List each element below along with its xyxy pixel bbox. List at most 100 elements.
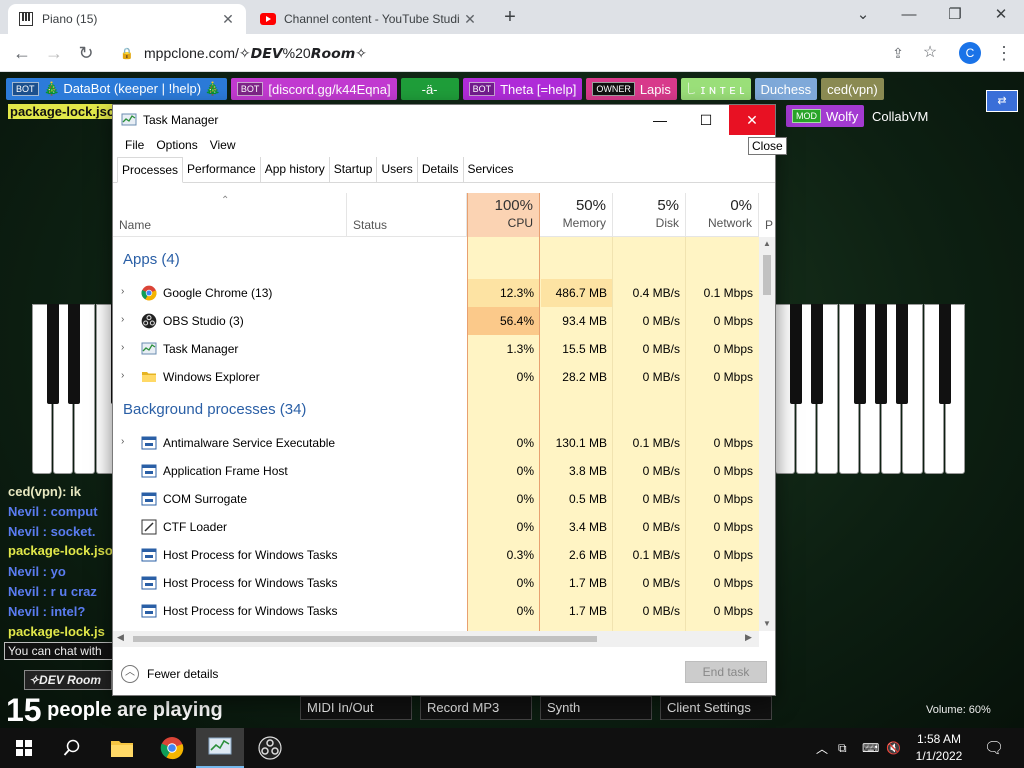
scroll-down-icon[interactable]: ▼ [763, 619, 771, 628]
piano-black-key[interactable] [68, 304, 81, 404]
process-row[interactable]: › Task Manager 1.3% 15.5 MB 0 MB/s 0 Mbps [113, 335, 759, 363]
bookmark-star-icon[interactable]: ☆ [918, 41, 942, 65]
tab-piano[interactable]: Piano (15) ✕ [8, 4, 246, 34]
tab-processes[interactable]: Processes [117, 157, 184, 183]
column-memory[interactable]: 50% Memory [540, 193, 613, 237]
tab-users[interactable]: Users [377, 157, 418, 182]
process-row[interactable]: Host Process for Windows Tasks 0% 1.7 MB 0 … [113, 569, 759, 597]
process-row[interactable]: › Antimalware Service Executable 0% 130.1 M… [113, 429, 759, 457]
column-name[interactable]: Name [113, 193, 347, 237]
tab-app-history[interactable]: App history [261, 157, 330, 182]
tm-minimize-button[interactable]: — [637, 105, 683, 135]
reload-icon[interactable]: ↻ [74, 41, 98, 65]
expand-chevron-icon[interactable]: › [121, 370, 129, 381]
chat-input[interactable]: You can chat with [4, 642, 118, 660]
piano-black-key[interactable] [811, 304, 824, 404]
process-row[interactable]: Host Process for Windows Tasks 0.3% 2.6 MB… [113, 541, 759, 569]
menu-view[interactable]: View [204, 135, 242, 157]
user-badge[interactable]: MOD Wolfy [786, 105, 865, 127]
scroll-left-icon[interactable]: ◀ [117, 632, 124, 643]
column-power[interactable]: P [765, 218, 773, 232]
tab-startup[interactable]: Startup [330, 157, 378, 182]
piano-black-key[interactable] [875, 304, 888, 404]
tab-performance[interactable]: Performance [183, 157, 261, 182]
new-tab-button[interactable]: + [498, 6, 522, 30]
menu-file[interactable]: File [119, 135, 150, 157]
scroll-right-icon[interactable]: ▶ [745, 632, 752, 643]
user-badge[interactable]: OWNER Lapis [586, 78, 677, 100]
process-row[interactable]: Host Process for Windows Tasks 0% 1.7 MB 0 … [113, 597, 759, 625]
process-row[interactable]: COM Surrogate 0% 0.5 MB 0 MB/s 0 Mbps [113, 485, 759, 513]
user-badge[interactable]: BOT 🎄 DataBot (keeper | !help) 🎄 [6, 78, 227, 100]
system-clock[interactable]: 1:58 AM 1/1/2022 [908, 731, 970, 765]
restore-button[interactable]: ❐ [932, 2, 978, 30]
background-group-header[interactable]: Background processes (34) [123, 401, 306, 418]
process-row[interactable]: › Windows Explorer 0% 28.2 MB 0 MB/s 0 Mbps [113, 363, 759, 391]
synth-button[interactable]: Synth [540, 696, 652, 720]
expand-chevron-icon[interactable]: › [121, 342, 129, 353]
notifications-icon[interactable]: 🗨 [984, 728, 1004, 768]
piano-black-key[interactable] [853, 304, 866, 404]
piano-black-key[interactable] [790, 304, 803, 404]
tab-details[interactable]: Details [418, 157, 464, 182]
profile-avatar[interactable]: C [959, 42, 981, 64]
file-explorer-icon[interactable] [98, 728, 146, 768]
menu-options[interactable]: Options [150, 135, 203, 157]
taskmgr-icon[interactable] [196, 728, 244, 768]
apps-group-header[interactable]: Apps (4) [123, 251, 180, 268]
column-disk[interactable]: 5% Disk [613, 193, 686, 237]
scroll-up-icon[interactable]: ▲ [763, 239, 771, 248]
tray-chevron-icon[interactable]: ︿ [816, 728, 828, 768]
column-network[interactable]: 0% Network [686, 193, 759, 237]
tm-close-button[interactable]: ✕ [729, 105, 775, 135]
tab-youtube[interactable]: Channel content - YouTube Studi ✕ [250, 4, 488, 34]
midi-button[interactable]: MIDI In/Out [300, 696, 412, 720]
user-badge[interactable]: ꒒ ɪ ɴ ᴛ ᴇ ʟ [680, 78, 751, 100]
back-icon[interactable]: ← [10, 41, 34, 65]
close-window-button[interactable]: ✕ [978, 2, 1024, 30]
scroll-thumb[interactable] [763, 255, 771, 295]
obs-icon[interactable] [246, 728, 294, 768]
process-row[interactable]: › Google Chrome (13) 12.3% 486.7 MB 0.4 MB/s… [113, 279, 759, 307]
search-icon[interactable] [48, 728, 96, 768]
share-icon[interactable]: ⇪ [886, 41, 910, 65]
process-row[interactable]: CTF Loader 0% 3.4 MB 0 MB/s 0 Mbps [113, 513, 759, 541]
menu-icon[interactable]: ⋮ [992, 41, 1016, 65]
h-scroll-thumb[interactable] [133, 636, 597, 642]
expand-chevron-icon[interactable]: › [121, 436, 129, 447]
user-badge[interactable]: BOT [discord.gg/k44Eqna] [230, 78, 397, 100]
forward-icon[interactable]: → [42, 41, 66, 65]
piano-black-key[interactable] [896, 304, 909, 404]
tab-search-icon[interactable]: ⌄ [840, 2, 886, 30]
start-button[interactable] [0, 728, 48, 768]
client-settings-button[interactable]: Client Settings [660, 696, 772, 720]
fewer-details-button[interactable]: ︿ Fewer details [121, 665, 218, 683]
keyboard-icon[interactable]: ⌨ [862, 728, 879, 768]
record-mp3-button[interactable]: Record MP3 [420, 696, 532, 720]
tab-services[interactable]: Services [464, 157, 518, 182]
piano-black-key[interactable] [47, 304, 60, 404]
user-badge[interactable]: CollabVM [866, 105, 934, 127]
user-badge[interactable]: BOT Theta [=help] [462, 78, 583, 100]
process-row[interactable]: Application Frame Host 0% 3.8 MB 0 MB/s 0 Mb… [113, 457, 759, 485]
horizontal-scrollbar[interactable]: ◀ ▶ [113, 631, 759, 647]
close-tab-icon[interactable]: ✕ [462, 11, 478, 28]
column-cpu[interactable]: 100% CPU [467, 193, 540, 237]
user-badge[interactable]: Duchess [754, 78, 818, 100]
process-row[interactable]: › OBS Studio (3) 56.4% 93.4 MB 0 MB/s 0 Mbps [113, 307, 759, 335]
sync-icon[interactable]: ⇄ [986, 90, 1018, 112]
end-task-button[interactable]: End task [685, 661, 767, 683]
column-status[interactable]: Status [347, 193, 467, 237]
user-badge[interactable]: ced(vpn) [821, 78, 884, 100]
volume-muted-icon[interactable]: 🔇 [886, 728, 901, 768]
network-icon[interactable]: ⧉ [838, 728, 847, 768]
minimize-button[interactable]: — [886, 2, 932, 30]
tm-maximize-button[interactable]: ☐ [683, 105, 729, 135]
address-bar[interactable]: 🔒 mppclone.com/✧𝘿𝙀𝙑%20𝙍𝙤𝙤𝙢✧ [108, 39, 948, 67]
expand-chevron-icon[interactable]: › [121, 314, 129, 325]
expand-chevron-icon[interactable]: › [121, 286, 129, 297]
piano-black-key[interactable] [938, 304, 951, 404]
user-badge[interactable]: -ä- [400, 78, 459, 100]
chrome-icon[interactable] [148, 728, 196, 768]
vertical-scrollbar[interactable]: ▲ ▼ [759, 237, 775, 631]
